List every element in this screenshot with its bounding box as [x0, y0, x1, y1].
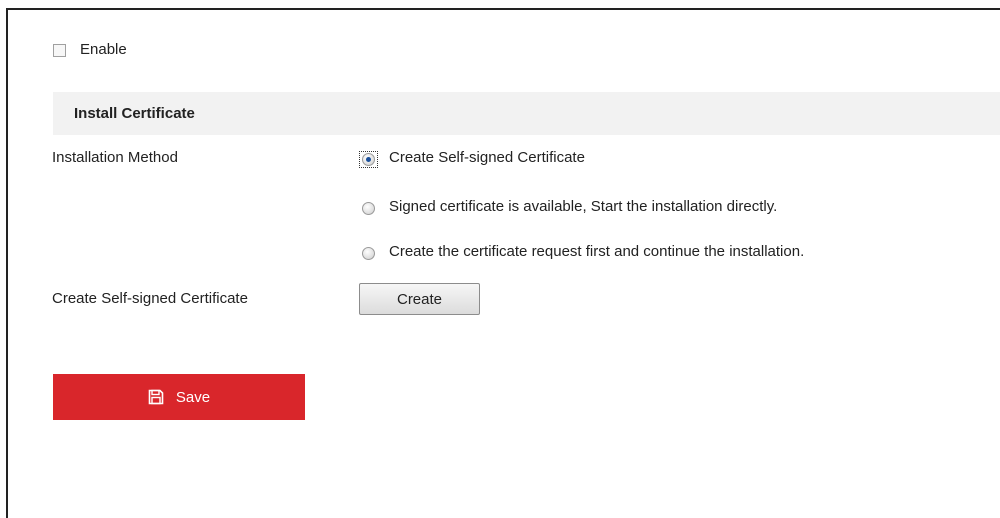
- enable-checkbox[interactable]: [53, 44, 66, 57]
- create-button[interactable]: Create: [359, 283, 480, 315]
- install-certificate-section-header: Install Certificate: [53, 92, 1000, 135]
- radio-signed-available-label[interactable]: Signed certificate is available, Start t…: [389, 198, 777, 215]
- save-button[interactable]: Save: [53, 374, 305, 420]
- radio-certificate-request-label[interactable]: Create the certificate request first and…: [389, 243, 804, 260]
- create-self-signed-label: Create Self-signed Certificate: [52, 290, 248, 307]
- radio-create-self-signed[interactable]: [362, 153, 375, 166]
- radio-certificate-request[interactable]: [362, 247, 375, 260]
- radio-signed-available[interactable]: [362, 202, 375, 215]
- enable-label: Enable: [80, 41, 127, 58]
- save-icon: [148, 389, 164, 405]
- save-label: Save: [175, 388, 211, 406]
- installation-method-label: Installation Method: [52, 149, 178, 166]
- section-title: Install Certificate: [74, 105, 195, 122]
- radio-create-self-signed-label[interactable]: Create Self-signed Certificate: [389, 149, 585, 166]
- page-frame: [6, 8, 1000, 518]
